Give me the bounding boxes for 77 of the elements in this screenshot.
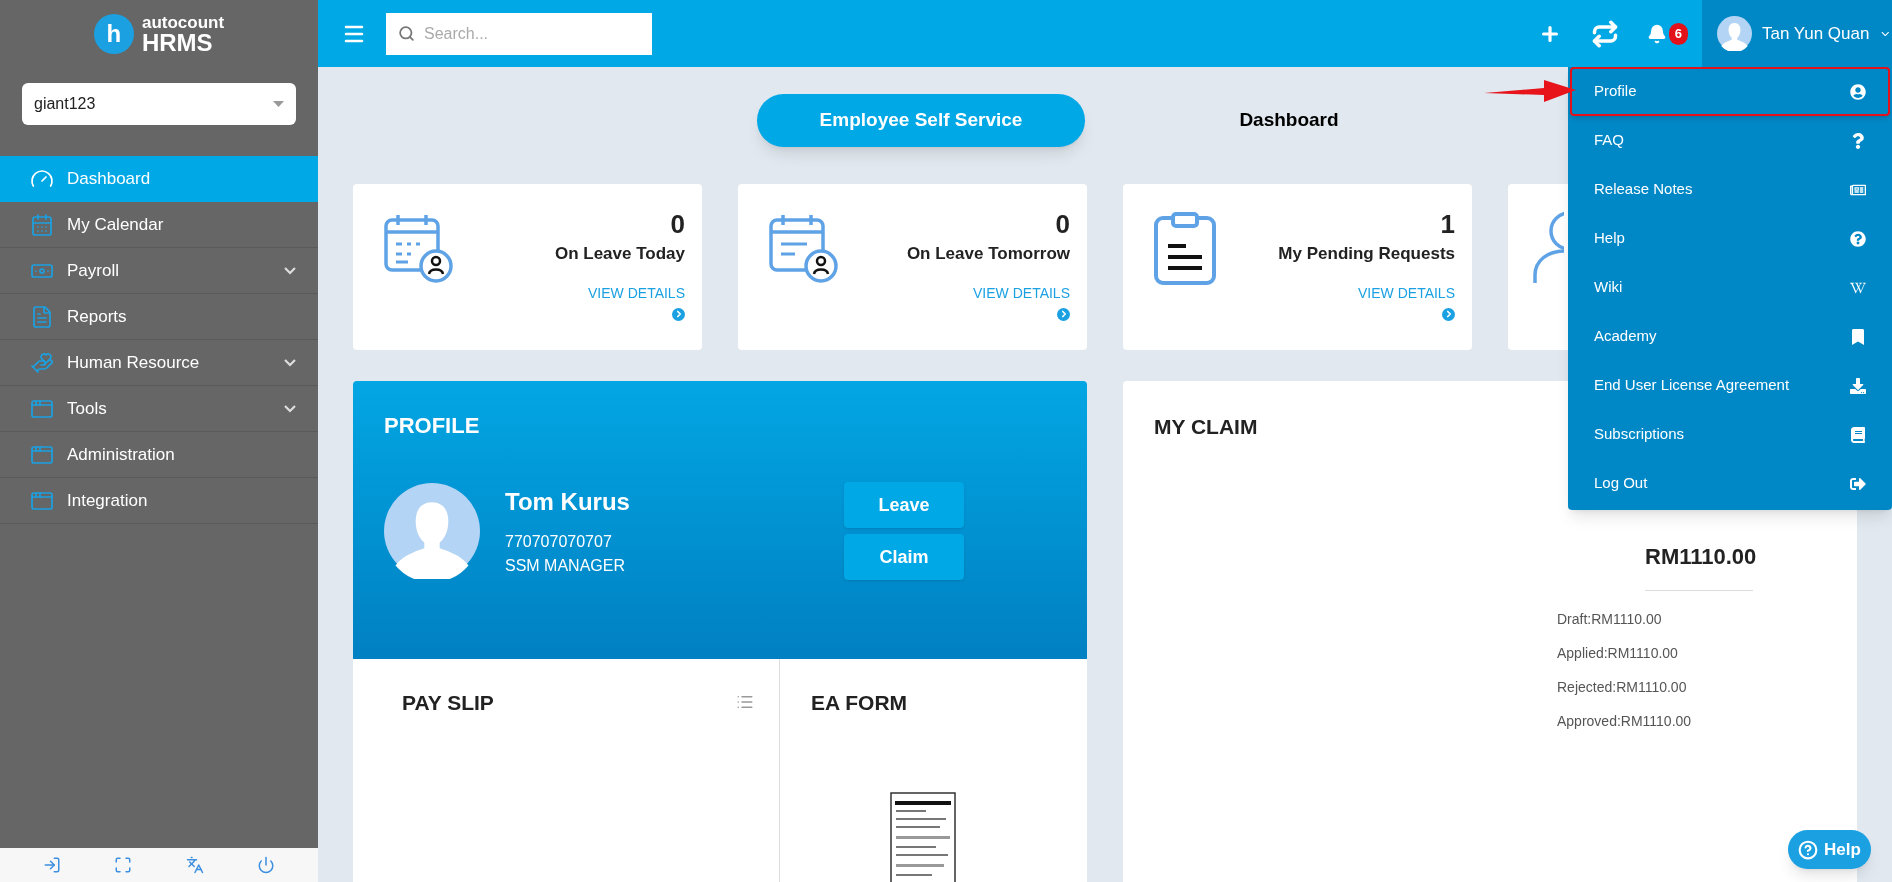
stat-label: On Leave Tomorrow (906, 243, 1070, 265)
sidebar-item[interactable]: Payroll (0, 248, 318, 294)
stat-count: 1 (1440, 209, 1455, 239)
view-tab[interactable]: Dashboard (1125, 94, 1453, 147)
person-icon (1533, 209, 1564, 285)
user-icon (1850, 83, 1866, 100)
employee-id: 770707070707 (505, 532, 613, 552)
user-menu-toggle[interactable]: Tan Yun Quan (1702, 0, 1892, 67)
dropdown-item[interactable]: Log Out (1570, 459, 1890, 508)
list-icon[interactable] (736, 693, 754, 711)
sync-icon[interactable] (1590, 19, 1619, 48)
help-icon (1850, 230, 1866, 247)
panel-title: EA FORM (811, 690, 909, 716)
panel-title: PROFILE (384, 412, 481, 440)
hand-icon (30, 350, 54, 375)
calendar-person-icon (768, 212, 840, 284)
profile-action-button[interactable]: Claim (844, 534, 964, 580)
sidebar-item[interactable]: Tools (0, 386, 318, 432)
fullscreen-icon[interactable] (114, 856, 133, 874)
bell-icon[interactable] (1646, 23, 1667, 44)
dropdown-item[interactable]: FAQ (1570, 116, 1890, 165)
dropdown-item[interactable]: Profile (1570, 67, 1890, 116)
company-select[interactable]: giant123 (22, 83, 296, 125)
logout-icon (1850, 475, 1866, 492)
sidebar-item[interactable]: Human Resource (0, 340, 318, 386)
language-icon[interactable] (185, 856, 204, 874)
help-button[interactable]: Help (1788, 830, 1871, 869)
sidebar-item[interactable]: Integration (0, 478, 318, 524)
stat-count: 0 (670, 209, 685, 239)
dropdown-item[interactable]: Release Notes (1570, 165, 1890, 214)
view-details-link[interactable]: VIEW DETAILS (588, 282, 685, 304)
notification-count: 6 (1668, 22, 1688, 45)
stat-count: 0 (1055, 209, 1070, 239)
chevron-down-icon (284, 266, 296, 275)
claim-breakdown-line: Approved:RM1110.00 (1557, 712, 1693, 731)
question-icon (1850, 132, 1866, 149)
power-icon[interactable] (257, 856, 276, 874)
stat-label: On Leave Today (554, 243, 685, 265)
calendar-icon (30, 212, 54, 237)
dropdown-item[interactable]: End User License Agreement (1570, 361, 1890, 410)
dropdown-item[interactable]: Help (1570, 214, 1890, 263)
view-details-link[interactable]: VIEW DETAILS (973, 282, 1070, 304)
chevron-down-icon (284, 358, 296, 367)
book-icon (1850, 426, 1866, 443)
clipboard-icon (1153, 212, 1217, 286)
employee-position: SSM MANAGER (505, 556, 626, 576)
view-details-link[interactable]: VIEW DETAILS (1358, 282, 1455, 304)
caret-icon (273, 101, 284, 107)
logo-title: HRMS (141, 30, 214, 55)
claim-breakdown-line: Rejected:RM1110.00 (1557, 678, 1688, 697)
sidebar-item[interactable]: Reports (0, 294, 318, 340)
chevron-down-icon (284, 404, 296, 413)
dropdown-item[interactable]: Subscriptions (1570, 410, 1890, 459)
help-icon (1798, 839, 1818, 860)
search-icon (398, 24, 415, 42)
claim-breakdown-line: Draft:RM1110.00 (1557, 610, 1663, 629)
calendar-person-icon (383, 212, 455, 284)
sidebar-item[interactable]: Dashboard (0, 156, 318, 202)
logo-wordmark: autocount (141, 13, 225, 31)
sidebar-item[interactable]: My Calendar (0, 202, 318, 248)
document-icon (30, 304, 54, 329)
download-icon (1850, 377, 1866, 394)
claim-breakdown-line: Applied:RM1110.00 (1557, 644, 1679, 663)
view-tab[interactable]: Employee Self Service (757, 94, 1085, 147)
logo-mark: h (93, 14, 134, 54)
sidebar-item[interactable]: Administration (0, 432, 318, 478)
panel-title: MY CLAIM (1154, 415, 1258, 438)
search-field[interactable]: Search... (386, 12, 652, 55)
stat-label: My Pending Requests (1278, 243, 1455, 265)
profile-action-button[interactable]: Leave (844, 482, 964, 528)
panel-title: PAY SLIP (402, 690, 494, 716)
bookmark-icon (1850, 328, 1866, 345)
dropdown-item[interactable]: Wiki (1570, 263, 1890, 312)
dropdown-item[interactable]: Academy (1570, 312, 1890, 361)
user-avatar (1717, 16, 1752, 51)
employee-name: Tom Kurus (505, 487, 631, 517)
sign-in-icon[interactable] (42, 856, 61, 874)
